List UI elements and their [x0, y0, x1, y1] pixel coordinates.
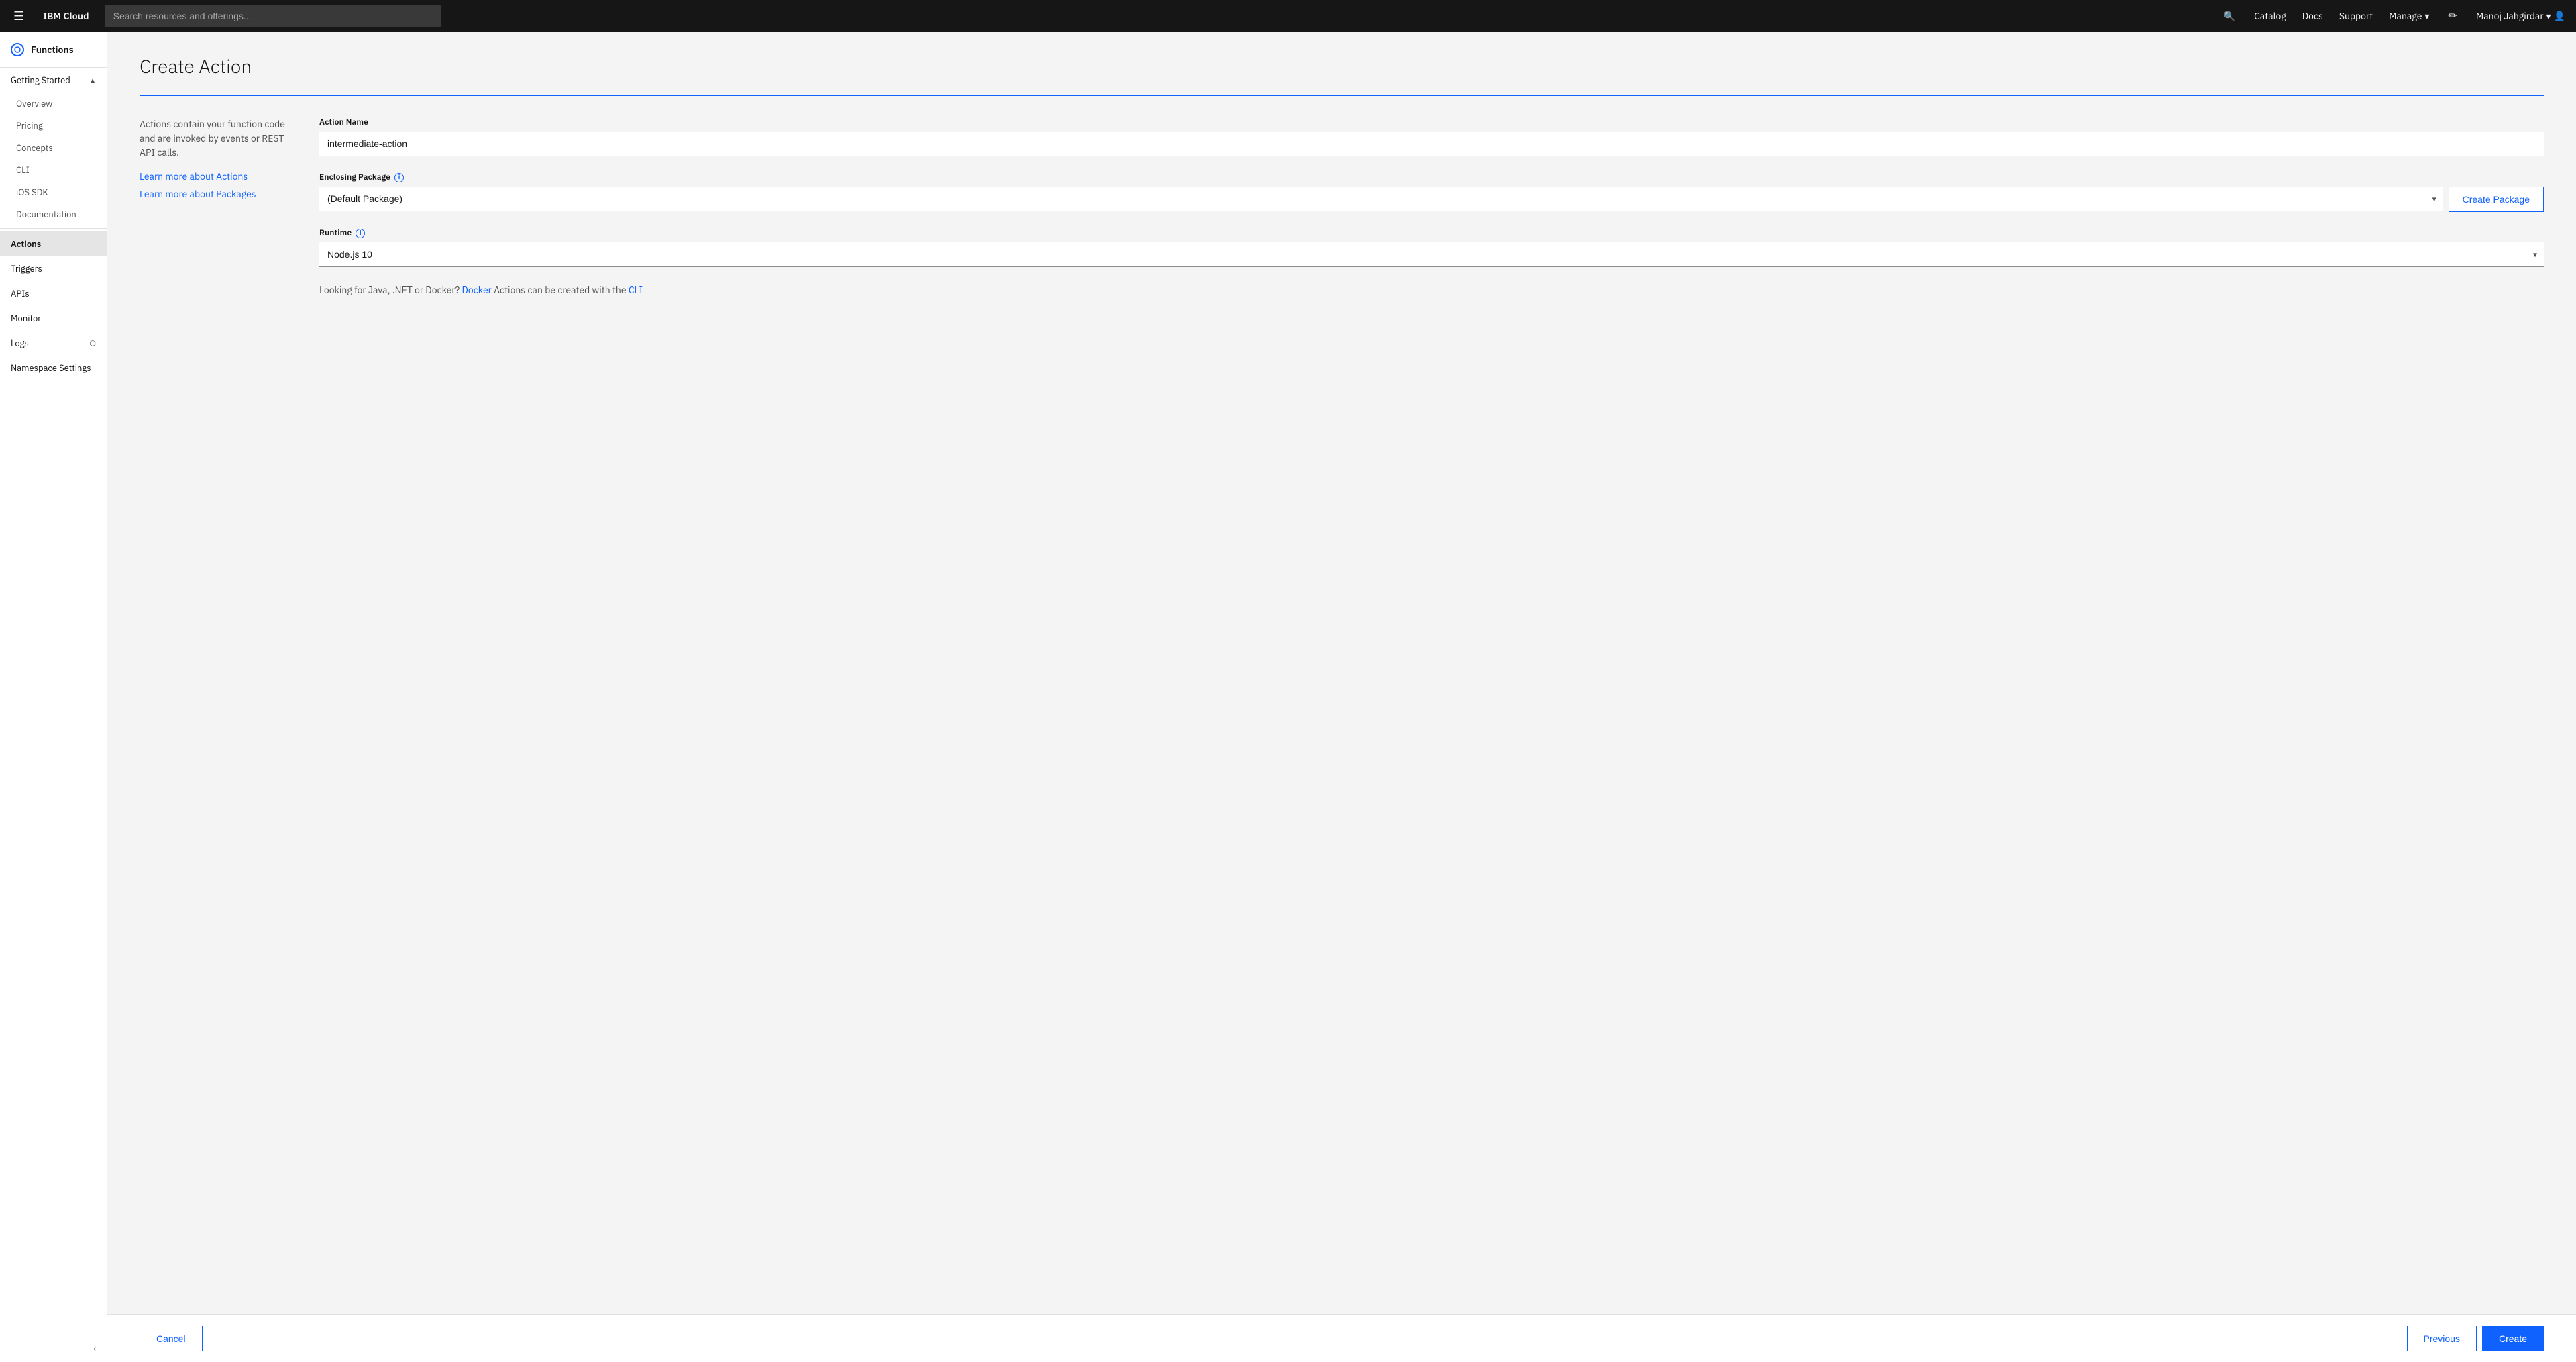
runtime-label: Runtime i — [319, 228, 2544, 238]
docker-link[interactable]: Docker — [462, 284, 492, 296]
external-link-icon: ⬡ — [89, 339, 96, 348]
brand-name: IBM Cloud — [43, 10, 89, 22]
enclosing-package-label: Enclosing Package i — [319, 172, 2544, 182]
action-name-label: Action Name — [319, 117, 2544, 127]
app-body: Functions Getting Started ▲ Overview Pri… — [0, 32, 2576, 1362]
edit-icon[interactable]: ✏ — [2445, 7, 2459, 25]
getting-started-label: Getting Started — [11, 74, 70, 86]
docker-info-text: Looking for Java, .NET or Docker? Docker… — [319, 283, 2544, 297]
footer-right-buttons: Previous Create — [2407, 1326, 2544, 1351]
action-name-group: Action Name — [319, 117, 2544, 156]
catalog-link[interactable]: Catalog — [2254, 10, 2286, 22]
top-navigation: ☰ IBM Cloud 🔍 Catalog Docs Support Manag… — [0, 0, 2576, 32]
manage-chevron-icon: ▾ — [2424, 10, 2429, 22]
top-nav-right: 🔍 Catalog Docs Support Manage ▾ ✏ Manoj … — [2221, 7, 2565, 25]
sidebar-item-apis[interactable]: APIs — [0, 281, 107, 306]
form-layout: Actions contain your function code and a… — [140, 117, 2544, 297]
previous-button[interactable]: Previous — [2407, 1326, 2477, 1351]
user-avatar-icon: 👤 — [2554, 10, 2565, 22]
learn-more-packages-link[interactable]: Learn more about Packages — [140, 188, 287, 200]
sidebar-item-documentation[interactable]: Documentation — [0, 203, 107, 225]
create-package-button[interactable]: Create Package — [2449, 187, 2544, 212]
sidebar-triggers-label: Triggers — [11, 263, 42, 274]
sidebar: Functions Getting Started ▲ Overview Pri… — [0, 32, 107, 1362]
runtime-info-icon[interactable]: i — [356, 229, 365, 238]
page-divider — [140, 95, 2544, 96]
runtime-select[interactable]: Node.js 10Node.js 12Python 3.7Python 3Go… — [319, 242, 2544, 267]
package-row: (Default Package) ▾ Create Package — [319, 187, 2544, 212]
page-content: Create Action Actions contain your funct… — [107, 32, 2576, 1314]
runtime-select-wrapper: Node.js 10Node.js 12Python 3.7Python 3Go… — [319, 242, 2544, 267]
runtime-group: Runtime i Node.js 10Node.js 12Python 3.7… — [319, 228, 2544, 267]
sidebar-item-overview[interactable]: Overview — [0, 93, 107, 115]
enclosing-package-info-icon[interactable]: i — [394, 173, 404, 182]
page-footer: Cancel Previous Create — [107, 1314, 2576, 1362]
action-name-input[interactable] — [319, 132, 2544, 156]
sidebar-divider-1 — [0, 228, 107, 229]
create-button[interactable]: Create — [2482, 1326, 2544, 1351]
sidebar-item-cli[interactable]: CLI — [0, 159, 107, 181]
enclosing-package-group: Enclosing Package i (Default Package) ▾ … — [319, 172, 2544, 212]
user-name: Manoj Jahgirdar — [2476, 10, 2544, 22]
getting-started-chevron-icon: ▲ — [89, 76, 96, 85]
support-link[interactable]: Support — [2339, 10, 2373, 22]
sidebar-item-logs[interactable]: Logs ⬡ — [0, 331, 107, 356]
sidebar-item-monitor[interactable]: Monitor — [0, 306, 107, 331]
sidebar-actions-label: Actions — [11, 238, 41, 250]
sidebar-item-triggers[interactable]: Triggers — [0, 256, 107, 281]
sidebar-item-actions[interactable]: Actions — [0, 231, 107, 256]
sidebar-item-pricing[interactable]: Pricing — [0, 115, 107, 137]
cli-link[interactable]: CLI — [629, 284, 643, 296]
getting-started-section: Getting Started ▲ Overview Pricing Conce… — [0, 68, 107, 225]
user-chevron-icon: ▾ — [2546, 10, 2551, 22]
sidebar-logs-label: Logs — [11, 337, 29, 349]
form-fields: Action Name Enclosing Package i (Default… — [319, 117, 2544, 297]
docker-text-part1: Looking for Java, .NET or Docker? — [319, 284, 462, 296]
enclosing-package-select-wrapper: (Default Package) ▾ — [319, 187, 2443, 212]
sidebar-item-concepts[interactable]: Concepts — [0, 137, 107, 159]
form-description-panel: Actions contain your function code and a… — [140, 117, 287, 297]
hamburger-menu-button[interactable]: ☰ — [11, 7, 27, 26]
search-bar — [105, 5, 441, 27]
page-title: Create Action — [140, 54, 2544, 78]
learn-more-actions-link[interactable]: Learn more about Actions — [140, 170, 287, 182]
search-input[interactable] — [105, 5, 441, 27]
getting-started-header[interactable]: Getting Started ▲ — [0, 68, 107, 93]
sidebar-app-title: Functions — [31, 44, 74, 56]
sidebar-namespace-settings-label: Namespace Settings — [11, 362, 91, 374]
user-menu[interactable]: Manoj Jahgirdar ▾ 👤 — [2476, 10, 2565, 22]
main-content: Create Action Actions contain your funct… — [107, 32, 2576, 1362]
sidebar-collapse-button[interactable]: ‹ — [0, 1336, 107, 1362]
cancel-button[interactable]: Cancel — [140, 1326, 203, 1351]
enclosing-package-select[interactable]: (Default Package) — [319, 187, 2443, 211]
docs-link[interactable]: Docs — [2302, 10, 2323, 22]
search-icon[interactable]: 🔍 — [2221, 7, 2238, 25]
sidebar-monitor-label: Monitor — [11, 313, 41, 324]
manage-menu[interactable]: Manage ▾ — [2389, 10, 2429, 22]
sidebar-item-ios-sdk[interactable]: iOS SDK — [0, 181, 107, 203]
sidebar-header: Functions — [0, 32, 107, 68]
docker-text-part2: Actions can be created with the — [492, 284, 629, 296]
form-description-text: Actions contain your function code and a… — [140, 117, 287, 160]
sidebar-apis-label: APIs — [11, 288, 30, 299]
manage-label: Manage — [2389, 10, 2422, 22]
sidebar-item-namespace-settings[interactable]: Namespace Settings — [0, 356, 107, 380]
functions-logo-icon — [11, 43, 24, 56]
